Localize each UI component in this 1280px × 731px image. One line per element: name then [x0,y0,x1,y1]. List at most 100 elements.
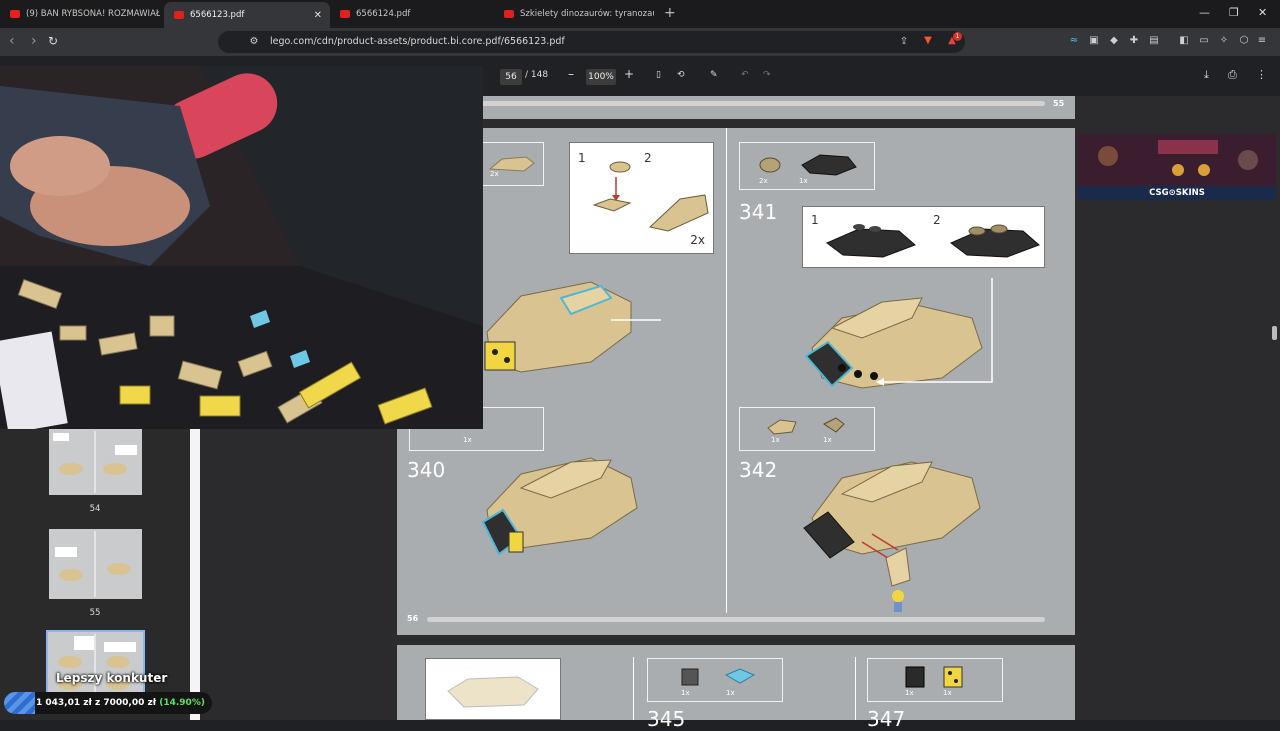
wallet-icon[interactable]: ▭ [1198,35,1210,47]
callout-diagram [592,161,709,232]
scrollbar-thumb[interactable] [1272,326,1277,340]
lego-icon [504,10,514,18]
sidebar-ad[interactable]: CSG⊙SKINS [1078,134,1276,200]
tab-6566123-pdf[interactable]: 6566123.pdf ✕ [164,2,330,28]
reload-button[interactable]: ↻ [48,34,58,48]
callout-diagram [826,224,1040,258]
undo-icon[interactable]: ↶ [741,70,749,80]
parts-box: 2x 1x [739,142,875,190]
parts-box: 1x 1x [867,658,1003,702]
menu-icon[interactable]: ≡ [1256,35,1268,47]
rotate-icon[interactable]: ⟲ [677,70,685,80]
part-qty: 1x [943,689,952,697]
leo-ai-icon[interactable]: ✧ [1218,35,1230,47]
tab-title: (9) BAN RYBSONA! ROZMAWIAŁ Z D [26,9,160,19]
parts-box: 1x 1x [647,658,783,702]
step-341-model [804,278,993,389]
tab-youtube[interactable]: (9) BAN RYBSONA! ROZMAWIAŁ Z D [0,2,160,26]
rewards-badge: 1 [953,32,962,41]
forward-button[interactable]: › [31,33,37,49]
tab-6566124-pdf[interactable]: 6566124.pdf [330,2,490,26]
tab-strip: (9) BAN RYBSONA! ROZMAWIAŁ Z D 6566123.p… [0,0,1280,28]
page-divider [633,657,634,720]
pdf-page-57: 1x 1x 345 1x 1x 347 [397,645,1075,731]
part-qty: 1x [726,689,735,697]
zoom-in-button[interactable]: + [624,67,634,81]
print-icon[interactable]: ⎙ [1228,68,1237,82]
close-window-button[interactable]: ✕ [1258,6,1267,19]
webcam-overlay [0,66,483,429]
tab-szkielety[interactable]: Szkielety dinozaurów: tyranozaur 76 [494,2,654,26]
page-divider [726,128,727,613]
thumbnail-label: 54 [89,504,101,514]
site-info-icon[interactable]: ⚙ [248,36,260,48]
zoom-level-input[interactable]: 100% [586,69,616,85]
brave-shields-icon[interactable]: ▼ [922,35,934,47]
pdf-page-55: 55 [397,96,1075,119]
donation-percent: (14.90%) [159,698,205,708]
part-qty: 2x [759,177,768,185]
lego-icon [174,11,184,19]
ad-artwork [1078,134,1276,186]
extension-4-icon[interactable]: ▤ [1148,35,1160,47]
fit-page-icon[interactable]: ▯ [656,70,661,80]
step-339-model [484,281,661,373]
page-total: / 148 [525,70,549,80]
sub-assembly-callout [425,658,561,720]
browser-toolbar: ‹ › ↻ ⚐ ⚙ lego.com/cdn/product-assets/pr… [0,28,1280,56]
donation-progress-fill [4,692,35,714]
thumbnail-page-54[interactable] [49,429,142,495]
thumbnail-preview [48,632,143,698]
more-options-icon[interactable]: ⋮ [1256,68,1267,81]
minimize-button[interactable]: — [1199,6,1210,19]
redo-icon[interactable]: ↷ [763,70,771,80]
download-icon[interactable]: ⤓ [1204,68,1209,82]
step-340-model [481,457,638,556]
sub-assembly-callout-right: 1 2 [802,206,1045,268]
extensions-puzzle-icon[interactable]: ✚ [1128,35,1140,47]
part-qty: 2x [490,170,499,178]
parts-box: 2x [481,142,544,186]
callout-multiplier: 2x [690,233,705,247]
step-342-model [803,461,981,612]
extension-3-icon[interactable]: ◆ [1108,35,1120,47]
thumbnail-preview [49,429,142,495]
ad-brand-label: CSG⊙SKINS [1078,186,1276,200]
parts-illustration [905,666,963,688]
url-text: lego.com/cdn/product-assets/product.bi.c… [270,36,565,47]
part-qty: 1x [799,177,808,185]
new-tab-button[interactable]: + [664,5,676,21]
step-number: 341 [739,200,778,224]
close-tab-icon[interactable]: ✕ [314,10,322,21]
donation-raised: 1 043,01 zł [36,698,92,708]
page-number-input[interactable]: 56 [500,69,522,85]
lego-icon [340,10,350,18]
sidebar-toggle-icon[interactable]: ◧ [1178,35,1190,47]
zoom-out-button[interactable]: – [568,67,574,81]
extension-2-icon[interactable]: ▣ [1088,35,1100,47]
donation-goal: 7000,00 zł [103,698,157,708]
share-icon[interactable]: ⇪ [898,36,910,48]
donation-progress-bar: 1 043,01 zł z 7000,00 zł (14.90%) [4,692,212,714]
back-button[interactable]: ‹ [9,33,15,49]
thumbnail-page-55[interactable] [49,529,142,599]
parts-illustration [767,417,845,435]
page-number-label: 55 [1053,99,1065,108]
vpn-icon[interactable]: ⬡ [1238,35,1250,47]
extension-1-icon[interactable]: ≈ [1068,35,1080,47]
donation-connector: z [94,698,101,708]
youtube-icon [10,10,20,18]
pdf-page-56: 2x 1 2 2x 2x 1x 341 1 2 1x 340 1x 1x 342… [397,128,1075,635]
page-progress-bar [427,101,1045,106]
maximize-button[interactable]: ❐ [1229,6,1239,19]
donation-goal-title: Lepszy konkuter [56,671,168,685]
part-qty: 1x [463,436,472,444]
annotate-icon[interactable]: ✎ [710,70,718,80]
address-bar[interactable]: ⚙ lego.com/cdn/product-assets/product.bi… [218,31,965,53]
step-number: 340 [407,458,446,482]
step-number: 345 [647,707,686,731]
webcam-image [0,66,483,429]
thumbnail-page-56[interactable] [46,630,145,700]
thumbnail-label: 55 [89,608,101,618]
tab-title: 6566123.pdf [190,10,245,20]
